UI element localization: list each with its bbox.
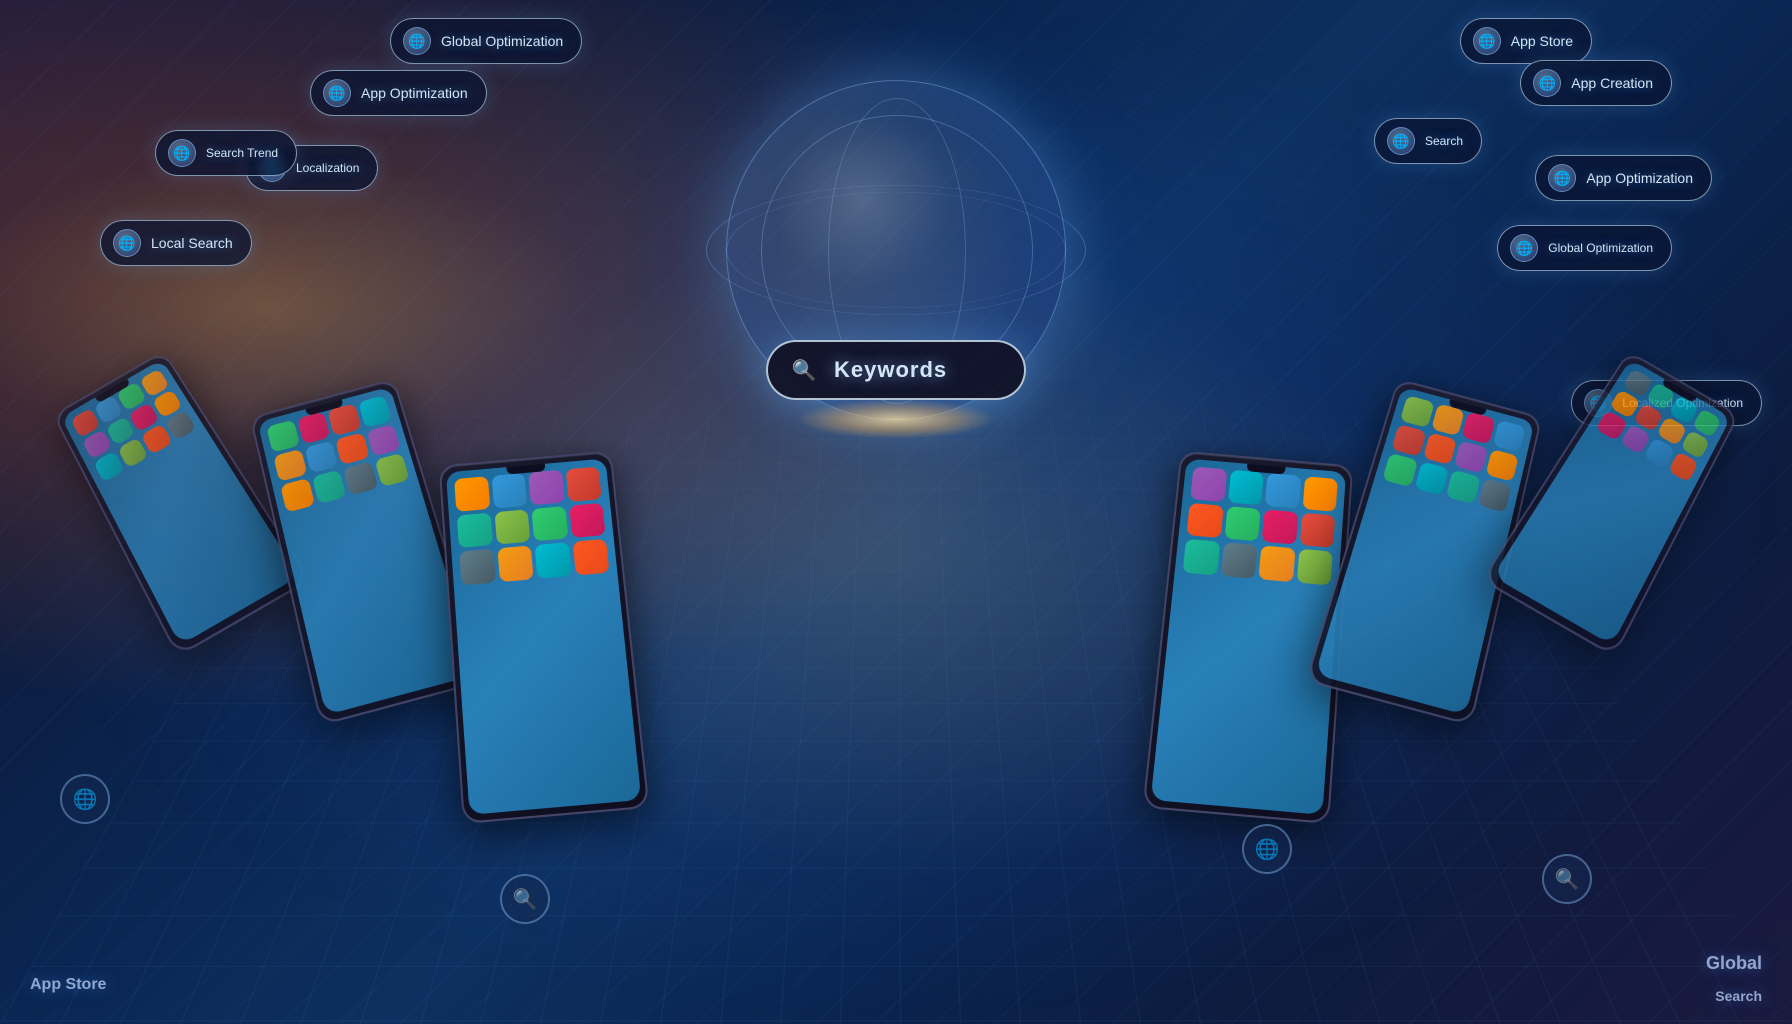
app-icon — [1224, 506, 1261, 542]
tag-global-opt-2: 🌐 Global Optimization — [1497, 225, 1672, 271]
app-icon — [1454, 440, 1488, 473]
app-icon — [304, 440, 338, 473]
tag-localization-label: Localization — [296, 161, 359, 175]
main-scene: 🌐 Global Optimization 🌐 App Optimization… — [0, 0, 1792, 1024]
app-icon — [1423, 432, 1457, 465]
app-icon — [1258, 545, 1295, 581]
globe-icon-2: 🌐 — [323, 79, 351, 107]
app-icon — [491, 473, 527, 508]
app-icon — [457, 512, 493, 548]
app-icon — [1446, 470, 1481, 504]
app-icon — [528, 470, 564, 505]
tag-local-search: 🌐 Local Search — [100, 220, 252, 266]
app-icon — [497, 545, 534, 581]
float-search-icon-bottom: 🔍 — [500, 874, 550, 924]
tag-app-optimization-left: 🌐 App Optimization — [310, 70, 487, 116]
app-icon — [312, 470, 347, 504]
search-icon: 🔍 — [788, 354, 820, 386]
globe-icon-7: 🌐 — [1533, 69, 1561, 97]
app-icon — [535, 542, 572, 578]
app-icon — [1400, 395, 1434, 427]
app-icon — [1265, 473, 1301, 508]
app-icon — [494, 509, 530, 545]
tag-global-opt-label: Global Optimization — [441, 33, 563, 49]
app-icon — [1299, 512, 1335, 548]
globe-glow — [796, 399, 996, 439]
app-icon — [1492, 420, 1525, 453]
app-icon — [1186, 502, 1223, 538]
app-icon — [1296, 549, 1332, 585]
app-icon — [569, 502, 606, 538]
app-icon — [1477, 478, 1511, 512]
app-icon — [1228, 470, 1264, 505]
phone-screen — [446, 458, 642, 814]
app-icon — [366, 424, 401, 457]
bottom-right-global: Global — [1706, 953, 1762, 974]
tag-app-creation: 🌐 App Creation — [1520, 60, 1672, 106]
tag-app-creation-label: App Creation — [1571, 75, 1653, 91]
tag-search-trend: 🌐 Search Trend — [155, 130, 297, 176]
tag-local-search-label: Local Search — [151, 235, 233, 251]
app-icon — [358, 395, 392, 427]
bottom-right-sub: Search — [1715, 988, 1762, 1004]
app-icon — [1190, 467, 1227, 502]
tag-app-optimization-right: 🌐 App Optimization — [1535, 155, 1712, 201]
app-icon — [1382, 453, 1417, 487]
tag-app-opt2-label: App Optimization — [1586, 170, 1693, 186]
app-icon — [531, 506, 568, 542]
phone-screen — [1151, 458, 1347, 814]
app-icon — [1485, 448, 1519, 481]
app-icon — [273, 448, 307, 481]
app-icon — [1262, 509, 1298, 545]
globe-icon-10: 🌐 — [1510, 234, 1538, 262]
tag-search-2: 🌐 Search — [1374, 118, 1482, 164]
tag-global-optimization: 🌐 Global Optimization — [390, 18, 582, 64]
keywords-search-bar: 🔍 Keywords — [766, 340, 1026, 400]
app-icon — [459, 549, 495, 585]
float-search-icon-right: 🔍 — [1542, 854, 1592, 904]
globe-icon-1: 🌐 — [403, 27, 431, 55]
bottom-left-label: App Store — [30, 976, 106, 994]
tag-global-opt2-label: Global Optimization — [1548, 241, 1653, 255]
app-icon — [280, 478, 314, 512]
app-icon — [572, 539, 609, 575]
tag-app-store-label: App Store — [1511, 33, 1573, 49]
app-icon — [266, 420, 299, 453]
app-icon — [297, 412, 331, 444]
globe-icon-4: 🌐 — [168, 139, 196, 167]
keywords-label: Keywords — [834, 357, 947, 383]
app-icon — [374, 453, 409, 487]
app-icon — [1302, 476, 1338, 511]
globe-icon-5: 🌐 — [113, 229, 141, 257]
float-globe-icon-1: 🌐 — [60, 774, 110, 824]
app-icon — [1414, 461, 1449, 495]
app-icon — [1183, 539, 1220, 575]
app-icon — [1462, 412, 1496, 444]
app-icon — [1221, 542, 1258, 578]
globe-icon-9: 🌐 — [1548, 164, 1576, 192]
app-icon — [335, 432, 369, 465]
float-globe-icon-2: 🌐 — [1242, 824, 1292, 874]
tag-search-trend-label: Search Trend — [206, 146, 278, 160]
globe-icon-6: 🌐 — [1473, 27, 1501, 55]
app-icon — [343, 461, 378, 495]
app-icon — [1391, 424, 1426, 457]
tag-search2-label: Search — [1425, 134, 1463, 148]
app-icon — [454, 476, 490, 511]
tag-app-opt-label: App Optimization — [361, 85, 468, 101]
app-icon — [565, 467, 602, 502]
tag-app-store: 🌐 App Store — [1460, 18, 1592, 64]
globe-icon-8: 🌐 — [1387, 127, 1415, 155]
